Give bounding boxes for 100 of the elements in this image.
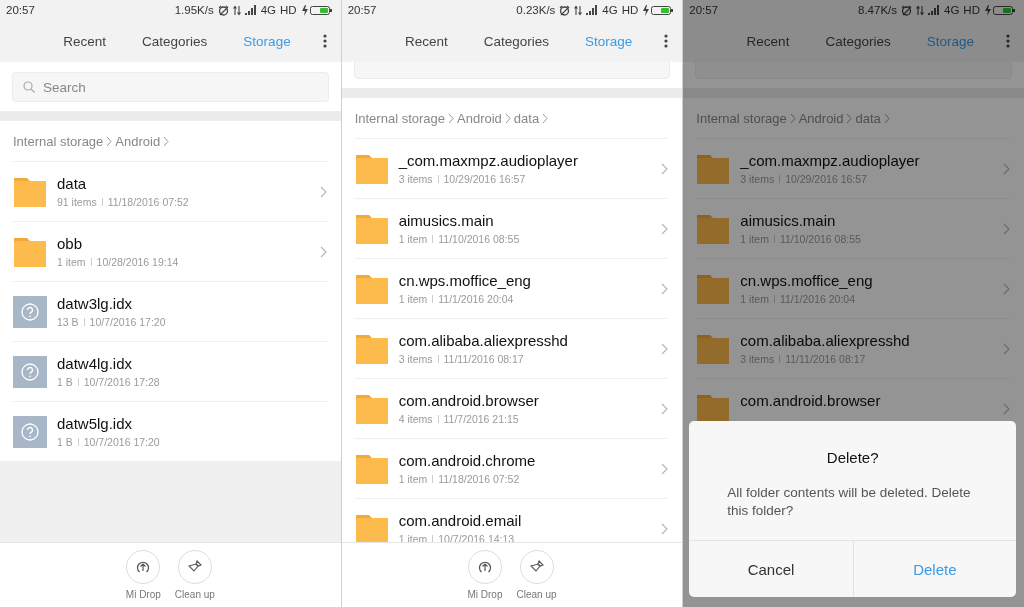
- item-size: 1 item: [398, 233, 428, 245]
- alarm-icon: [901, 4, 912, 16]
- alarm-icon: [217, 4, 229, 16]
- network-type: 4G: [260, 4, 277, 16]
- clock: 20:57: [6, 4, 36, 16]
- modified-date: 10/28/2016 19:14: [96, 256, 179, 268]
- tab[interactable]: Categories: [471, 33, 562, 49]
- cancel-button[interactable]: Cancel: [689, 541, 853, 597]
- signal-icon: [244, 5, 257, 15]
- file-list-item[interactable]: datw3lg.idx 13 B 10/7/2016 17:20: [13, 281, 327, 341]
- file-list-item[interactable]: aimusics.main 1 item 11/10/2016 08:55: [696, 198, 1010, 258]
- modified-date: 11/18/2016 07:52: [107, 196, 189, 208]
- modified-date: 11/1/2016 20:04: [779, 293, 856, 305]
- chevron-right-icon: [1003, 222, 1010, 235]
- chevron-right-icon: [661, 222, 669, 235]
- breadcrumb-item[interactable]: Android: [457, 110, 502, 126]
- file-list-item[interactable]: datw4lg.idx 1 B 10/7/2016 17:28: [13, 341, 327, 401]
- file-list-item[interactable]: data 91 items 11/18/2016 07:52: [13, 161, 327, 221]
- chevron-right-icon: [789, 112, 796, 124]
- file-list-item[interactable]: _com.maxmpz.audioplayer 3 items 10/29/2016 16:57: [354, 138, 669, 198]
- data-transfer-icon: [916, 4, 924, 16]
- chevron-right-icon: [319, 245, 327, 258]
- item-size: 1 item: [740, 293, 769, 305]
- folder-icon: [696, 332, 731, 365]
- tab[interactable]: Recent: [734, 33, 802, 49]
- search-field[interactable]: Search: [12, 72, 329, 102]
- more-menu-icon[interactable]: [1006, 34, 1010, 48]
- network-type: 4G: [602, 4, 618, 16]
- chevron-right-icon: [163, 135, 170, 147]
- signal-icon: [928, 5, 940, 15]
- unknown-file-icon: [13, 355, 47, 388]
- file-name: datw3lg.idx: [57, 295, 134, 312]
- dialog-title: Delete?: [825, 449, 880, 466]
- folder-icon: [13, 235, 47, 268]
- chevron-right-icon: [1003, 282, 1010, 295]
- chevron-right-icon: [661, 342, 669, 355]
- modified-date: 10/7/2016 17:20: [89, 316, 166, 328]
- modified-date: 10/29/2016 16:57: [785, 173, 867, 185]
- breadcrumb-item[interactable]: Internal storage: [13, 133, 104, 149]
- file-list-item[interactable]: com.alibaba.aliexpresshd 3 items 11/11/2016 08:17: [354, 318, 669, 378]
- file-name: cn.wps.moffice_eng: [740, 272, 874, 289]
- file-list-item[interactable]: _com.maxmpz.audioplayer 3 items 10/29/2016 16:57: [696, 138, 1010, 198]
- folder-icon: [354, 332, 389, 365]
- item-size: 3 items: [398, 173, 433, 185]
- file-name: com.android.browser: [740, 392, 882, 409]
- file-name: com.android.email: [398, 512, 523, 529]
- chevron-right-icon: [448, 112, 454, 124]
- signal-icon: [586, 5, 599, 15]
- file-list-item[interactable]: cn.wps.moffice_eng 1 item 11/1/2016 20:04: [354, 258, 669, 318]
- upload-icon: [136, 560, 151, 574]
- folder-icon: [354, 152, 389, 185]
- item-size: 1 item: [740, 233, 769, 245]
- chevron-right-icon: [1003, 162, 1010, 175]
- file-name: datw4lg.idx: [57, 355, 134, 372]
- modified-date: 11/10/2016 08:55: [779, 233, 861, 245]
- file-name: com.alibaba.aliexpresshd: [740, 332, 911, 349]
- chevron-right-icon: [319, 185, 327, 198]
- modified-date: 11/18/2016 07:52: [438, 473, 520, 485]
- breadcrumb-item[interactable]: Android: [115, 133, 161, 149]
- file-list-item[interactable]: com.android.chrome 1 item 11/18/2016 07:52: [354, 438, 669, 498]
- tab[interactable]: Recent: [392, 33, 460, 49]
- more-menu-icon[interactable]: [322, 34, 327, 48]
- folder-icon: [354, 512, 389, 542]
- chevron-right-icon: [661, 282, 669, 295]
- file-list-item[interactable]: aimusics.main 1 item 11/10/2016 08:55: [354, 198, 669, 258]
- file-list-item[interactable]: cn.wps.moffice_eng 1 item 11/1/2016 20:04: [696, 258, 1010, 318]
- file-list-item[interactable]: obb 1 item 10/28/2016 19:14: [13, 221, 327, 281]
- tab[interactable]: Categories: [813, 33, 903, 49]
- chevron-right-icon: [661, 402, 669, 415]
- more-menu-icon[interactable]: [664, 34, 669, 48]
- tab[interactable]: Categories: [130, 33, 220, 49]
- modified-date: 11/1/2016 20:04: [438, 293, 514, 305]
- clock: 20:57: [347, 4, 378, 16]
- file-name: data: [57, 175, 88, 192]
- tab[interactable]: Recent: [51, 33, 119, 49]
- modified-date: 10/7/2016 17:28: [83, 376, 160, 388]
- clock: 20:57: [689, 4, 720, 16]
- unknown-file-icon: [13, 415, 47, 448]
- item-size: 91 items: [57, 196, 97, 208]
- folder-icon: [696, 272, 731, 305]
- network-speed: 0.23K/s: [516, 4, 556, 16]
- file-list-item[interactable]: com.android.browser 4 items 11/7/2016 21:15: [354, 378, 669, 438]
- file-name: obb: [57, 235, 84, 252]
- hd-indicator: HD: [280, 4, 297, 16]
- item-size: 3 items: [740, 353, 775, 365]
- breadcrumb-item[interactable]: data: [513, 110, 540, 126]
- file-name: _com.maxmpz.audioplayer: [398, 152, 579, 169]
- chevron-right-icon: [661, 522, 669, 535]
- item-size: 4 items: [398, 413, 433, 425]
- chevron-right-icon: [1003, 402, 1010, 415]
- item-size: 1 B: [57, 436, 73, 448]
- hd-indicator: HD: [621, 4, 639, 16]
- alarm-icon: [559, 4, 571, 16]
- item-size: 13 B: [57, 316, 79, 328]
- modified-date: 10/29/2016 16:57: [443, 173, 526, 185]
- breadcrumb-item[interactable]: Internal storage: [354, 110, 445, 126]
- file-name: _com.maxmpz.audioplayer: [740, 152, 921, 169]
- folder-icon: [696, 152, 731, 185]
- item-size: 1 item: [398, 473, 428, 485]
- item-size: 3 items: [740, 173, 775, 185]
